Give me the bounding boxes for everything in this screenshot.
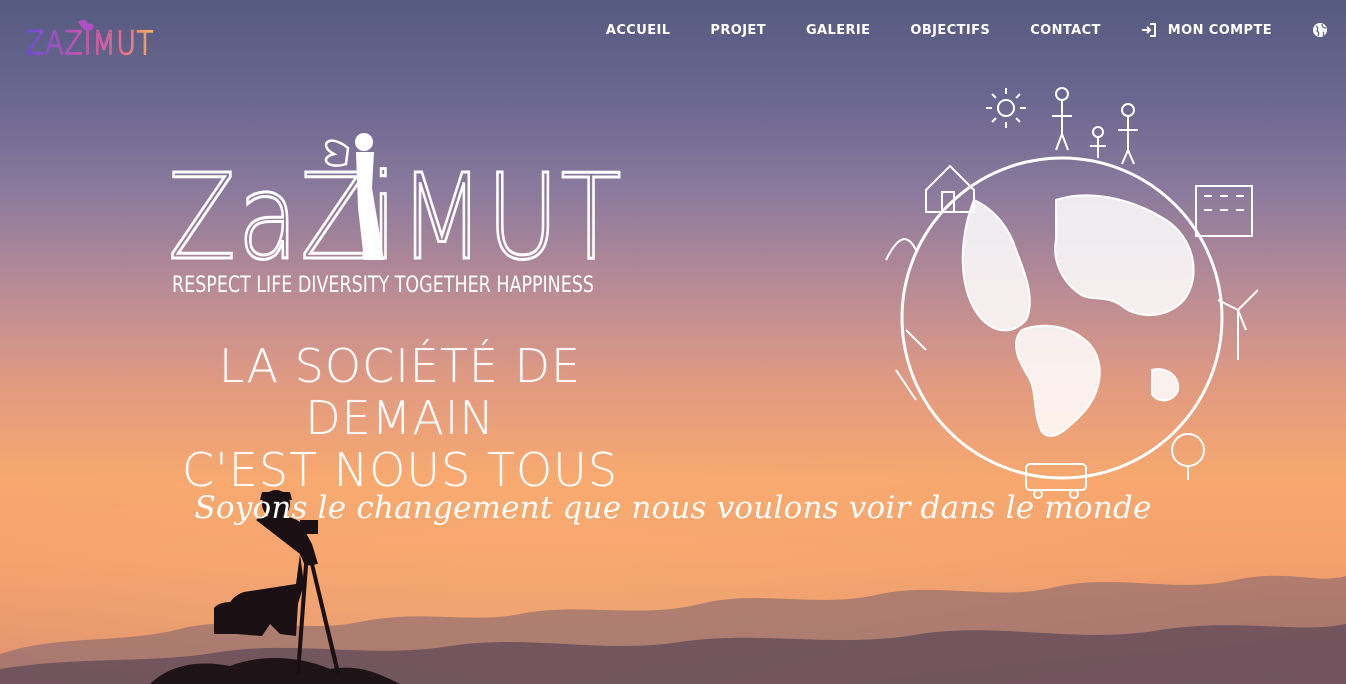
sign-in-icon: [1141, 23, 1156, 37]
nav-objectifs-label: OBJECTIFS: [910, 22, 991, 38]
hero-tagline: Soyons le changement que nous voulons vo…: [0, 490, 1346, 526]
globe-icon[interactable]: [1312, 22, 1328, 38]
nav-accueil[interactable]: ACCUEIL: [606, 23, 671, 38]
headline-line-1: LA SOCIÉTÉ DE DEMAIN: [218, 339, 582, 445]
main-nav: ACCUEIL PROJET GALERIE OBJECTIFS CONTACT…: [566, 18, 1346, 42]
svg-text:ZaZiMUT: ZaZiMUT: [168, 148, 623, 286]
top-navigation-bar: ZAZIMUT ACCUEIL PROJET GALERIE OBJECTIFS…: [0, 0, 1346, 60]
headline-line-2: C'EST NOUS TOUS: [181, 443, 619, 497]
nav-galerie-label: GALERIE: [805, 22, 871, 38]
svg-text:RESPECT LIFE DIVERSITY TOGETHE: RESPECT LIFE DIVERSITY TOGETHER HAPPINES…: [172, 273, 594, 298]
hero-logo: ZaZiMUT RESPECT LIFE DIVERSITY TOGETHER …: [168, 133, 623, 298]
nav-contact-label: CONTACT: [1030, 22, 1101, 38]
nav-projet-label: PROJET: [710, 22, 766, 38]
nav-galerie[interactable]: GALERIE: [806, 23, 870, 38]
nav-objectifs[interactable]: OBJECTIFS: [910, 23, 990, 38]
nav-mon-compte[interactable]: MON COMPTE: [1141, 22, 1272, 38]
brand-logo[interactable]: ZAZIMUT: [26, 18, 156, 60]
nav-contact[interactable]: CONTACT: [1030, 23, 1101, 38]
nav-accueil-label: ACCUEIL: [605, 22, 671, 38]
hero-headline: LA SOCIÉTÉ DE DEMAIN C'EST NOUS TOUS: [140, 340, 660, 496]
nav-projet[interactable]: PROJET: [710, 23, 766, 38]
nav-mon-compte-label: MON COMPTE: [1167, 22, 1272, 38]
globe-sketch-illustration: [885, 87, 1259, 499]
tagline-text: Soyons le changement que nous voulons vo…: [194, 490, 1152, 526]
